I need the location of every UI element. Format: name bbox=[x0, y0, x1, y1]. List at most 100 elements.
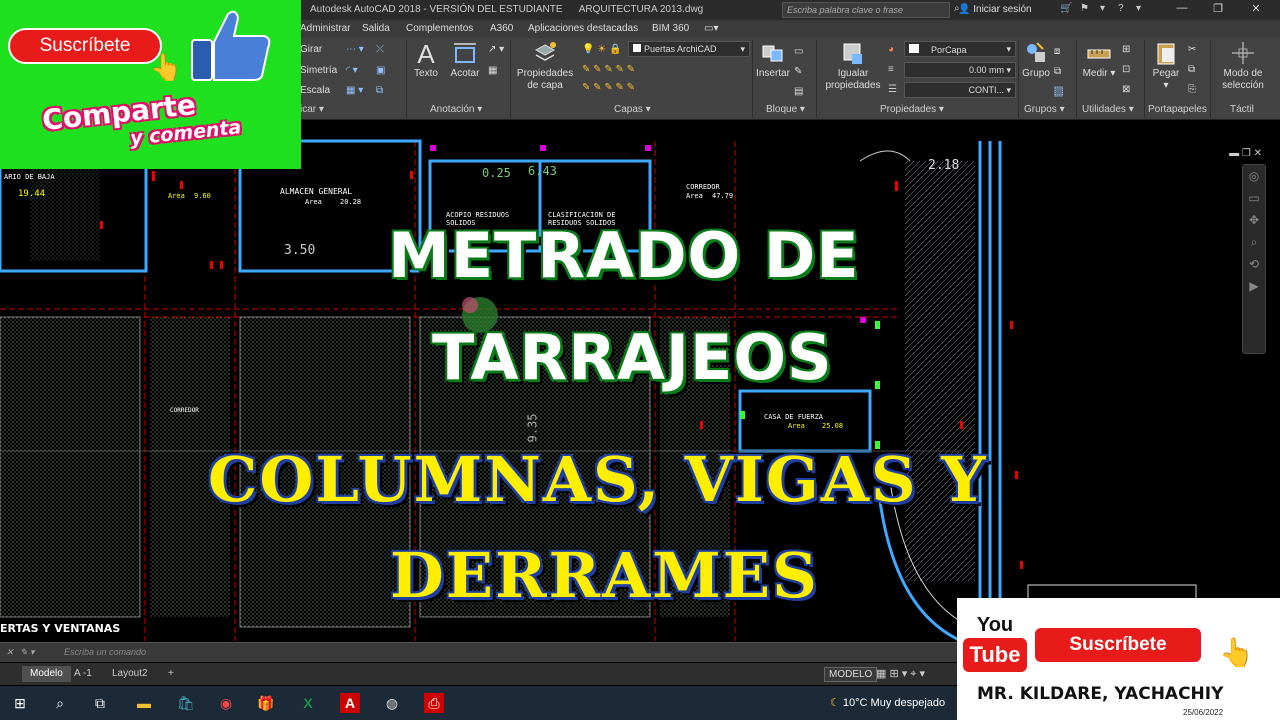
explode-icon[interactable]: ▣ bbox=[376, 65, 385, 76]
crosshair-icon bbox=[1232, 42, 1254, 64]
windows-start-icon[interactable]: ⊞ bbox=[10, 693, 30, 713]
measure-button[interactable]: Medir ▾ bbox=[1082, 40, 1116, 80]
lineweight-dropdown[interactable]: 0.00 mm ▾ bbox=[904, 62, 1016, 78]
block-panel-label[interactable]: Bloque ▾ bbox=[766, 104, 805, 115]
properties-panel-label[interactable]: Propiedades ▾ bbox=[880, 104, 944, 115]
offset-icon[interactable]: ⧉ bbox=[376, 85, 383, 96]
ribbon-options-icon[interactable]: ▭▾ bbox=[704, 23, 718, 34]
layer-tools-row-1[interactable]: ✎ ✎ ✎ ✎ ✎ bbox=[582, 64, 635, 75]
cart-icon[interactable]: 🛒 bbox=[1060, 3, 1072, 14]
group-button[interactable]: Grupo bbox=[1020, 40, 1052, 80]
select-all-icon[interactable]: ⊠ bbox=[1122, 84, 1130, 95]
subscribe-pill[interactable]: Suscríbete bbox=[8, 28, 162, 64]
search-icon[interactable]: ⌕ bbox=[50, 693, 70, 713]
add-layout-button[interactable]: + bbox=[160, 666, 182, 682]
multileader-icon[interactable]: ↗ ▾ bbox=[488, 44, 504, 55]
tab-modelo[interactable]: Modelo bbox=[22, 666, 71, 682]
insert-button[interactable]: Insertar bbox=[756, 40, 790, 80]
quick-calc-icon[interactable]: ⊞ bbox=[1122, 44, 1130, 55]
linetype-icon[interactable]: ☰ bbox=[888, 84, 897, 95]
layers-panel-label[interactable]: Capas ▾ bbox=[614, 104, 651, 115]
selection-mode-button[interactable]: Modo de selección bbox=[1212, 40, 1274, 92]
file-explorer-icon[interactable]: ▬ bbox=[134, 693, 154, 713]
grid-toggle-icon[interactable]: ▦ ⊞ ▾ ⌖ ▾ bbox=[876, 667, 925, 681]
groups-panel-label[interactable]: Grupos ▾ bbox=[1024, 104, 1065, 115]
mirror-button[interactable]: Simetría bbox=[300, 65, 337, 76]
obs-icon[interactable]: ◍ bbox=[382, 693, 402, 713]
copy-icon[interactable]: ⧉ bbox=[1188, 64, 1195, 75]
close-button[interactable]: ✕ bbox=[1242, 2, 1270, 18]
group-icon bbox=[1027, 42, 1045, 62]
signin-button[interactable]: 👤 Iniciar sesión bbox=[958, 4, 1032, 15]
array-grid-icon[interactable]: ▦ ▾ bbox=[346, 85, 363, 96]
layer-dropdown[interactable]: Puertas ArchiCAD ▾ bbox=[628, 41, 750, 57]
fillet-icon[interactable]: ◜ ▾ bbox=[346, 65, 358, 76]
scale-button[interactable]: Escala bbox=[300, 85, 330, 96]
tab-aplicaciones[interactable]: Aplicaciones destacadas bbox=[528, 23, 638, 34]
group-select-icon[interactable]: ⬚ bbox=[1054, 86, 1064, 97]
layer-state-icons[interactable]: 💡 ☀ 🔒 bbox=[582, 44, 621, 55]
block-attr-icon[interactable]: ▤ bbox=[794, 86, 803, 97]
drawing-canvas[interactable]: ALMACEN GENERAL Area 20.28 Area 9.60 COR… bbox=[0, 121, 1280, 663]
command-settings-icon[interactable]: ✎ ▾ bbox=[20, 647, 35, 658]
layer-properties-button[interactable]: Propiedades de capa bbox=[514, 40, 576, 92]
doors-windows-label: ERTAS Y VENTANAS bbox=[0, 622, 121, 635]
tab-bim360[interactable]: BIM 360 bbox=[652, 23, 689, 34]
tab-administrar[interactable]: Administrar bbox=[300, 23, 351, 34]
help-icon[interactable]: ? bbox=[1118, 3, 1124, 14]
command-input[interactable]: Escriba un comando bbox=[64, 647, 146, 657]
store-icon[interactable]: 🛍 bbox=[176, 693, 196, 713]
match-properties-button[interactable]: Igualar propiedades bbox=[822, 40, 884, 92]
text-button[interactable]: A Texto bbox=[410, 40, 442, 80]
autocad-icon[interactable]: A bbox=[340, 693, 360, 713]
cut-icon[interactable]: ✂ bbox=[1188, 44, 1196, 55]
weather-widget[interactable]: ☾ 10°C Muy despejado bbox=[830, 696, 945, 709]
search-input[interactable]: Escriba palabra clave o frase bbox=[782, 2, 950, 18]
viewport-restore-icon[interactable]: ❐ bbox=[1242, 148, 1251, 159]
rotate-button[interactable]: Girar bbox=[300, 44, 322, 55]
group-edit-icon[interactable]: ⧉ bbox=[1054, 66, 1061, 77]
tab-salida[interactable]: Salida bbox=[362, 23, 390, 34]
youtube-subscribe-button[interactable]: Suscríbete bbox=[1035, 628, 1201, 662]
minimize-button[interactable]: — bbox=[1168, 2, 1196, 18]
task-view-icon[interactable]: ⧉ bbox=[90, 693, 110, 713]
match-icon[interactable]: ⎘ bbox=[1188, 84, 1196, 95]
layer-tools-row-2[interactable]: ✎ ✎ ✎ ✎ ✎ bbox=[582, 82, 635, 93]
ungroup-icon[interactable]: ⧈ bbox=[1054, 46, 1060, 57]
viewport-close-icon[interactable]: ✕ bbox=[1254, 148, 1262, 159]
clipboard-panel-label[interactable]: Portapapeles bbox=[1148, 104, 1207, 115]
command-close-icon[interactable]: ✕ bbox=[6, 647, 14, 658]
tab-layout2[interactable]: Layout2 bbox=[104, 666, 156, 682]
trim-icon[interactable]: ⤫ bbox=[376, 44, 384, 55]
maximize-button[interactable]: ❐ bbox=[1204, 2, 1232, 18]
block-edit-icon[interactable]: ✎ bbox=[794, 66, 802, 77]
help-dropdown-icon[interactable]: ▾ bbox=[1136, 3, 1141, 14]
color-wheel-icon[interactable]: ◕ bbox=[888, 44, 894, 55]
pdf-icon[interactable]: ⎙ bbox=[424, 693, 444, 713]
dropdown-icon[interactable]: ▾ bbox=[1100, 3, 1105, 14]
color-dropdown[interactable]: PorCapa ▾ bbox=[904, 41, 1016, 57]
modify-panel-label[interactable]: icar ▾ bbox=[300, 104, 324, 115]
gift-icon[interactable]: 🎁 bbox=[256, 693, 276, 713]
block-create-icon[interactable]: ▭ bbox=[794, 46, 803, 57]
tab-complementos[interactable]: Complementos bbox=[406, 23, 473, 34]
viewport-minimize-icon[interactable]: ▬ bbox=[1229, 148, 1239, 159]
tab-a1[interactable]: A -1 bbox=[66, 666, 100, 682]
paste-button[interactable]: Pegar ▾ bbox=[1148, 40, 1184, 92]
annotation-panel-label[interactable]: Anotación ▾ bbox=[430, 104, 482, 115]
utilities-panel-label[interactable]: Utilidades ▾ bbox=[1082, 104, 1134, 115]
linetype-dropdown[interactable]: CONTI... ▾ bbox=[904, 82, 1016, 98]
id-point-icon[interactable]: ⊡ bbox=[1122, 64, 1130, 75]
exchange-icon[interactable]: ⚑ bbox=[1080, 3, 1089, 14]
excel-icon[interactable]: X bbox=[298, 693, 318, 713]
clipboard-icon bbox=[1157, 43, 1175, 65]
command-line[interactable]: ✕ ✎ ▾ Escriba un comando bbox=[0, 642, 960, 662]
lineweight-icon[interactable]: ≡ bbox=[888, 64, 894, 75]
navigation-bar[interactable]: ◎ ▭ ✥ ⌕ ⟲ ▶ bbox=[1242, 164, 1266, 354]
array-icon[interactable]: ⋯ ▾ bbox=[346, 44, 364, 55]
model-status-button[interactable]: MODELO bbox=[824, 667, 878, 682]
dimension-button[interactable]: Acotar bbox=[446, 40, 484, 80]
tab-a360[interactable]: A360 bbox=[490, 23, 513, 34]
table-icon[interactable]: ▦ bbox=[488, 65, 497, 76]
chrome-icon[interactable]: ◉ bbox=[216, 693, 236, 713]
